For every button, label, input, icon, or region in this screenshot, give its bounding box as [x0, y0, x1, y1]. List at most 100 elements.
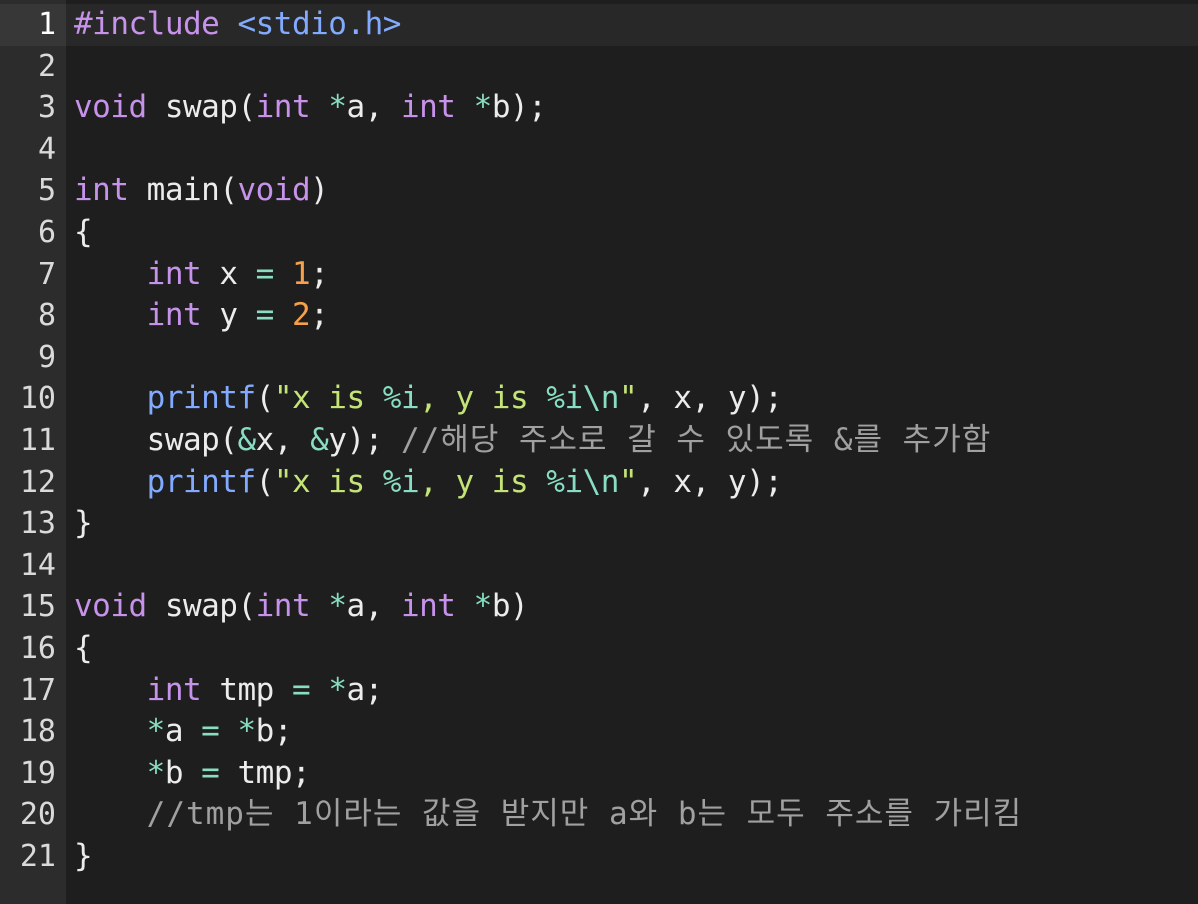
code-token-plain: a,	[346, 89, 401, 126]
code-line[interactable]: *a = *b;	[66, 711, 1198, 753]
code-token-type: int	[255, 89, 311, 126]
code-token-type: int	[400, 89, 456, 126]
code-line[interactable]: int tmp = *a;	[66, 670, 1198, 712]
code-token-op: &	[237, 421, 256, 458]
line-number: 9	[37, 339, 56, 375]
code-token-plain: b)	[491, 588, 529, 625]
code-token-op: *	[237, 713, 257, 750]
code-line[interactable]: {	[66, 628, 1198, 670]
code-token-op: *	[146, 713, 166, 750]
code-token-op: %i\n	[546, 463, 619, 500]
code-token-op: *	[473, 89, 493, 126]
code-line[interactable]: void swap(int *a, int *b)	[66, 586, 1198, 628]
code-token-fn: printf	[146, 380, 256, 417]
code-line[interactable]: swap(&x, &y); //해당 주소로 갈 수 있도록 &를 추가함	[66, 420, 1198, 462]
code-token-op: =	[201, 713, 220, 750]
code-token-strk: , y is	[419, 463, 547, 500]
code-token-op: %i	[382, 463, 420, 500]
code-line[interactable]: }	[66, 503, 1198, 545]
code-token-cmt: //해당 주소로 갈 수 있도록 &를 추가함	[400, 421, 992, 458]
line-number: 1	[0, 4, 66, 46]
code-token-op: *	[473, 588, 493, 625]
line-number: 20	[19, 797, 56, 833]
code-line[interactable]	[66, 129, 1198, 171]
code-token-inc: <stdio.h>	[237, 6, 401, 42]
code-token-type: int	[74, 172, 129, 209]
code-line[interactable]: int main(void)	[66, 170, 1198, 212]
line-number: 7	[37, 256, 56, 292]
code-line[interactable]: }	[66, 836, 1198, 878]
code-token-type: int	[146, 255, 202, 292]
code-token-op: =	[291, 671, 311, 708]
code-token-plain: main(	[128, 172, 238, 209]
code-line[interactable]: {	[66, 212, 1198, 254]
code-line[interactable]: int y = 2;	[66, 295, 1198, 337]
code-token-strk: "	[618, 380, 638, 417]
code-token-plain: swap(	[74, 421, 238, 458]
code-line[interactable]: void swap(int *a, int *b);	[66, 87, 1198, 129]
line-number: 8	[37, 298, 56, 334]
line-number: 16	[19, 630, 56, 666]
code-token-kw: void	[74, 588, 147, 625]
code-token-plain: a	[164, 713, 202, 750]
code-token-op: =	[255, 297, 275, 334]
code-token-strk: "	[618, 463, 638, 500]
code-token-plain: x	[201, 255, 256, 292]
line-number: 6	[37, 214, 56, 250]
code-token-op: =	[201, 754, 220, 791]
code-token-type: int	[255, 588, 311, 625]
code-token-op: %i\n	[546, 380, 619, 417]
code-token-op: *	[328, 588, 347, 625]
code-token-plain: {	[74, 213, 93, 250]
code-line[interactable]: #include <stdio.h>	[66, 4, 1198, 46]
code-line[interactable]: int x = 1;	[66, 254, 1198, 296]
code-token-type: int	[400, 588, 456, 625]
line-number: 19	[19, 755, 56, 791]
code-token-plain: }	[74, 837, 93, 874]
code-line[interactable]: printf("x is %i, y is %i\n", x, y);	[66, 378, 1198, 420]
line-number: 18	[19, 714, 56, 750]
code-line[interactable]: *b = tmp;	[66, 753, 1198, 795]
code-token-plain: ;	[310, 255, 329, 292]
code-token-type: int	[146, 297, 202, 334]
line-number: 14	[19, 547, 56, 583]
code-token-plain: )	[310, 172, 329, 209]
code-line[interactable]	[66, 46, 1198, 88]
code-token-plain: {	[74, 629, 93, 666]
code-token-plain: swap(	[146, 89, 256, 126]
code-area[interactable]: #include <stdio.h> void swap(int *a, int…	[66, 0, 1198, 904]
code-line[interactable]: //tmp는 1이라는 값을 받지만 a와 b는 모두 주소를 가리킴	[66, 794, 1198, 836]
code-line[interactable]: printf("x is %i, y is %i\n", x, y);	[66, 462, 1198, 504]
code-line[interactable]	[66, 545, 1198, 587]
line-number: 15	[19, 589, 56, 625]
code-token-strk: , y is	[419, 380, 547, 417]
code-token-plain: , x, y);	[637, 380, 783, 417]
code-token-plain: (	[255, 380, 275, 417]
code-token-plain: y	[201, 297, 256, 334]
code-line[interactable]	[66, 337, 1198, 379]
code-token-kw: void	[237, 172, 311, 209]
code-token-plain: ;	[310, 297, 329, 334]
code-token-plain: a,	[346, 588, 401, 625]
line-number: 17	[19, 672, 56, 708]
line-number: 21	[19, 838, 56, 874]
code-editor[interactable]: 1 2 3 4 5 6 7 8 9 10 11 12 13 14 15 16 17 18 19 20 21 #inclu…	[0, 0, 1198, 904]
code-token-num: 1	[292, 255, 311, 292]
line-number: 13	[19, 506, 56, 542]
code-token-op: &	[310, 421, 329, 458]
